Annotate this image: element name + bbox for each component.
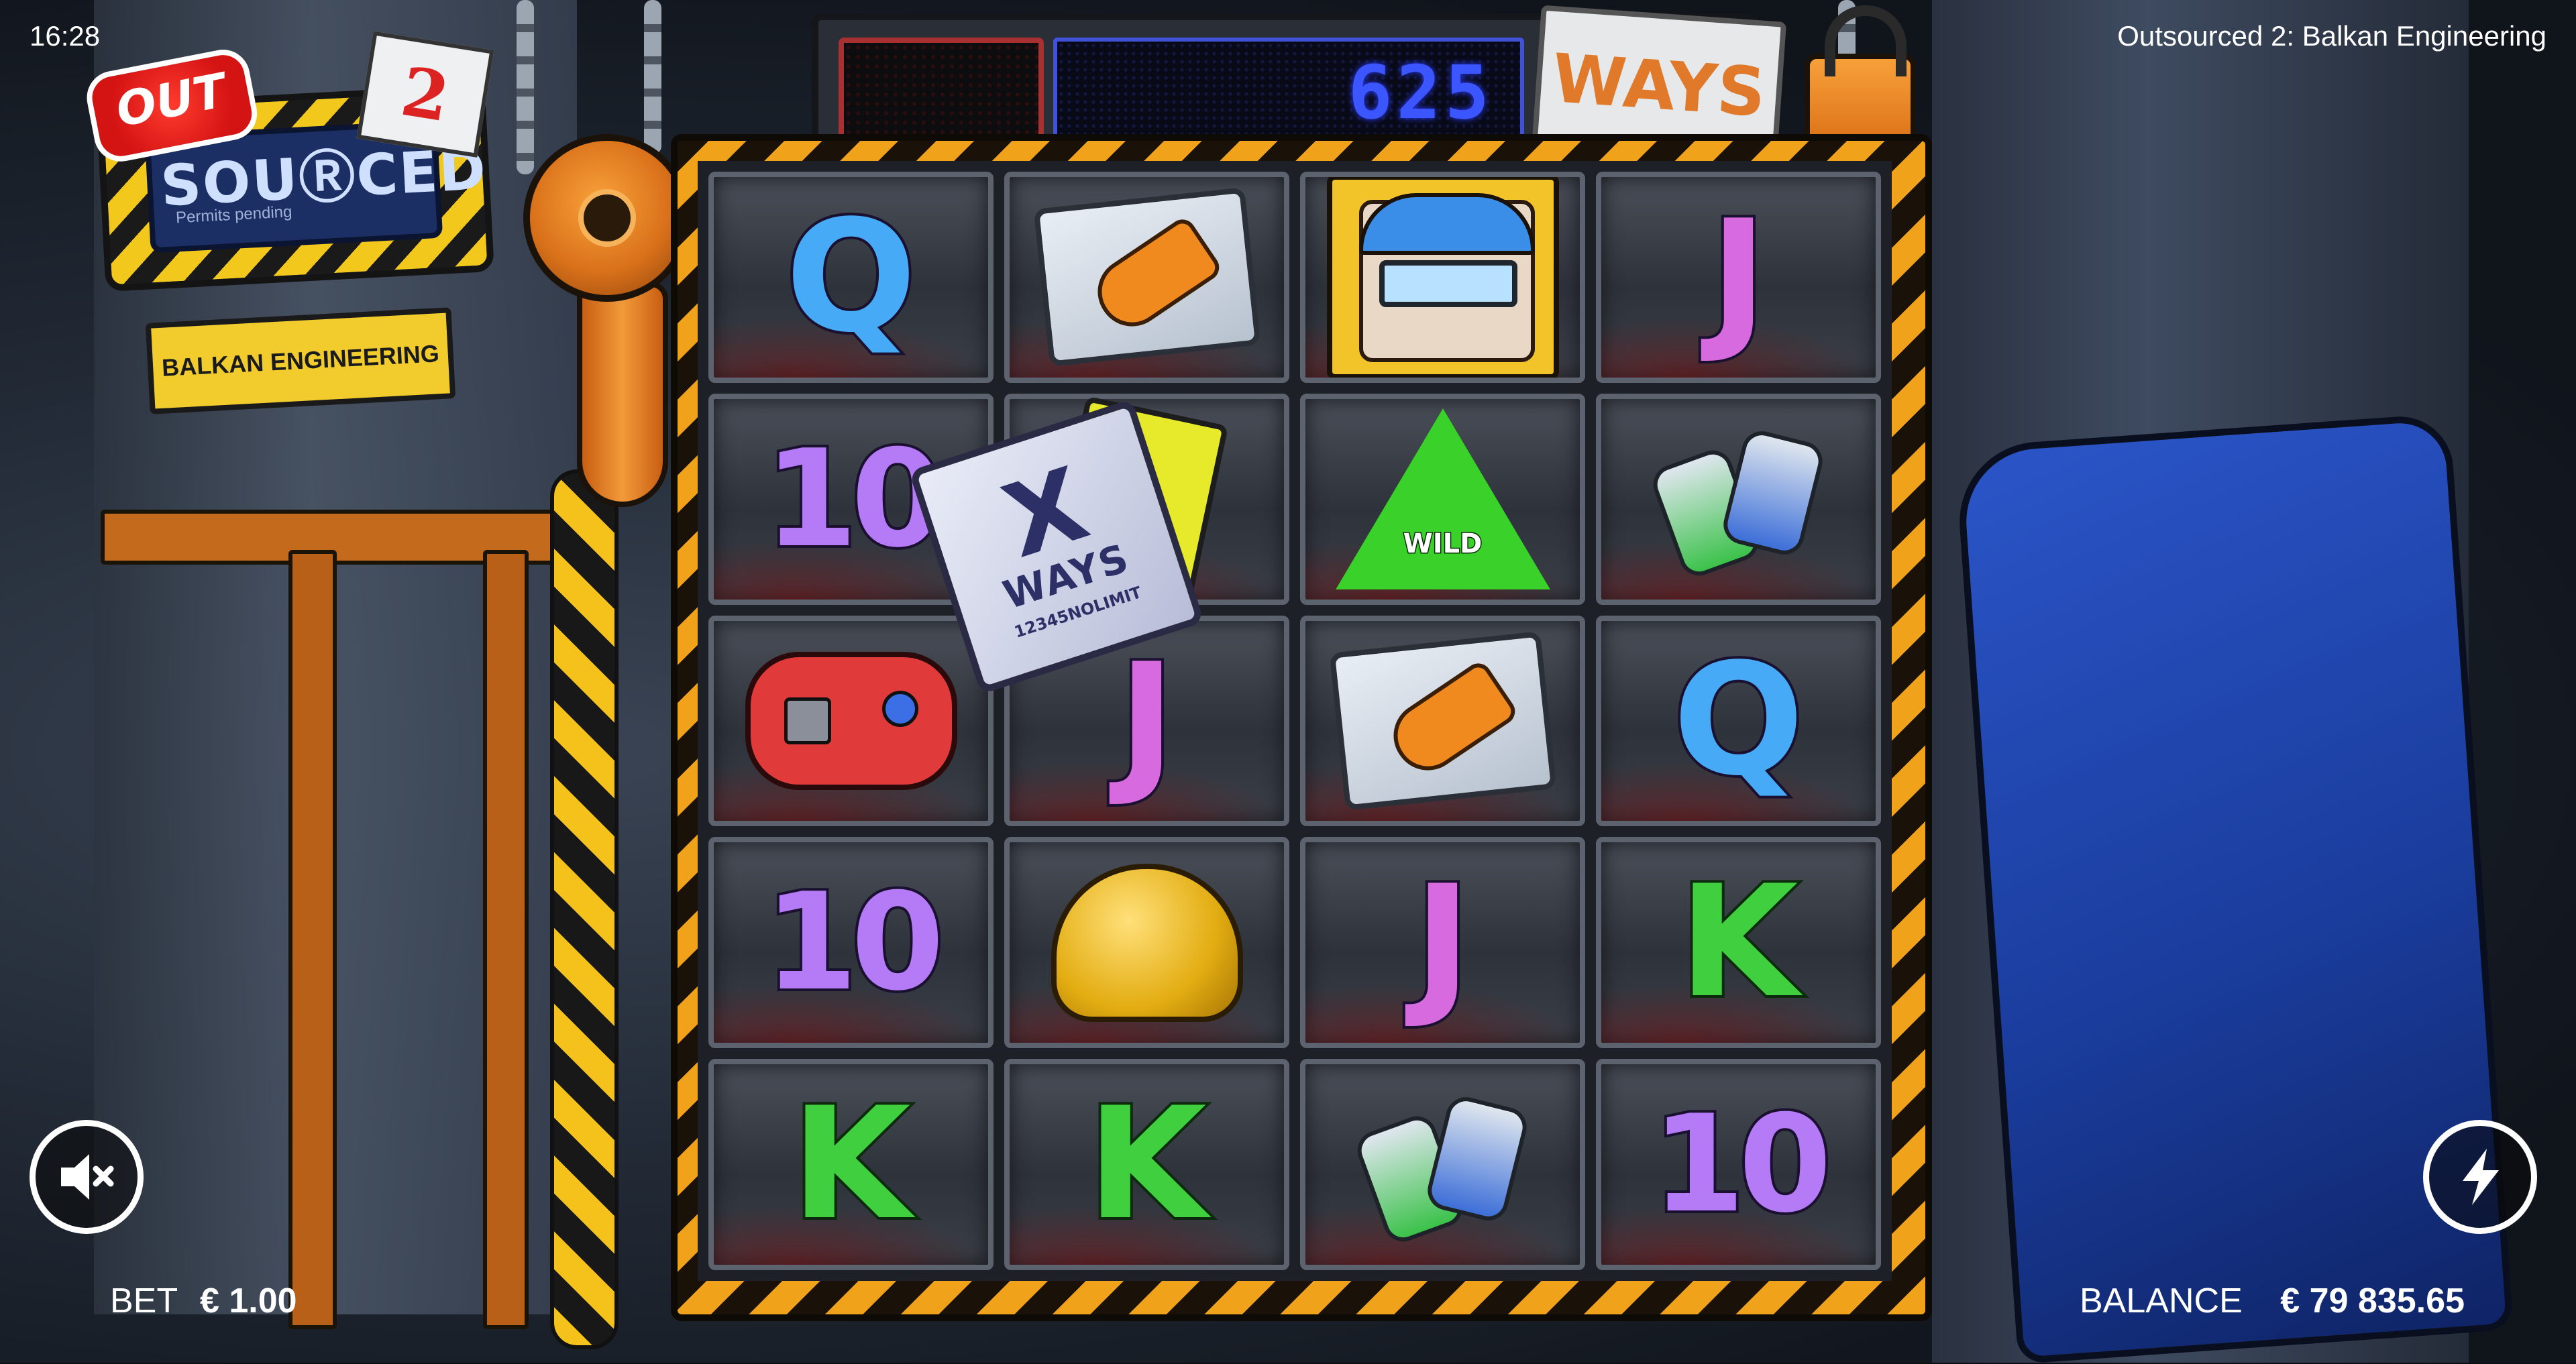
scaffold-post — [483, 550, 529, 1329]
lightning-icon — [2463, 1149, 2499, 1205]
symbol-crushed-cans — [1647, 422, 1827, 581]
wild-label: WILD — [1402, 527, 1483, 560]
symbol-hard-hat — [1051, 863, 1243, 1022]
chain-decoration — [644, 0, 661, 154]
reel-cell — [1004, 837, 1289, 1049]
blue-bin-illustration — [1954, 412, 2514, 1364]
symbol-10: 10 — [761, 862, 947, 1023]
bet-label: BET — [110, 1282, 178, 1320]
reel-cell: K — [1004, 1059, 1289, 1270]
meter-red-panel — [839, 38, 1044, 142]
symbol-k: K — [788, 1072, 913, 1257]
symbol-10: 10 — [761, 418, 947, 580]
clock: 16:28 — [30, 20, 101, 52]
reel-cell: Q — [1596, 615, 1881, 827]
reel-cell: J — [1300, 837, 1585, 1049]
hand-icon — [1084, 215, 1224, 340]
foreman-glasses — [1379, 260, 1517, 308]
reel-cell — [708, 615, 994, 827]
symbol-foreman-portrait — [1326, 176, 1559, 378]
reel-cell: J — [1596, 172, 1881, 383]
can-icon — [1719, 427, 1827, 559]
crane-pulley — [523, 134, 691, 302]
symbol-hand-in-bag — [1329, 631, 1556, 811]
reel-cell: 10 — [708, 837, 994, 1049]
logo-number-badge: 2 — [356, 31, 494, 158]
sound-toggle-button[interactable] — [30, 1120, 144, 1234]
reel-cell — [1596, 393, 1881, 605]
reel-cell — [1004, 172, 1289, 383]
symbol-j: J — [1116, 628, 1179, 813]
symbol-k: K — [1676, 850, 1801, 1035]
chain-decoration — [517, 0, 534, 174]
reel-cell: WILD — [1300, 393, 1585, 605]
meter-led-panel: 625 — [1053, 38, 1524, 139]
reel-cell: K — [708, 1059, 994, 1270]
symbol-hand-in-bag — [1033, 187, 1260, 367]
balance-value: € 79 835.65 — [2280, 1282, 2465, 1320]
hand-icon — [1380, 658, 1520, 783]
gamepad-btn — [881, 690, 918, 727]
hazard-strip — [550, 469, 619, 1349]
symbol-j: J — [1411, 850, 1474, 1035]
reel-cell: Q — [708, 172, 994, 383]
pulley-hub — [578, 189, 636, 247]
ways-count: 625 — [1348, 50, 1493, 135]
symbol-crushed-cans — [1351, 1088, 1531, 1247]
symbol-j: J — [1707, 185, 1770, 370]
symbol-q: Q — [1670, 628, 1807, 813]
game-title: Outsourced 2: Balkan Engineering — [2117, 20, 2546, 52]
bet-value[interactable]: € 1.00 — [200, 1281, 297, 1321]
symbol-wild-sign — [1335, 408, 1550, 590]
symbol-10: 10 — [1649, 1084, 1834, 1245]
speaker-muted-icon — [61, 1154, 114, 1200]
symbol-gamepad — [745, 651, 957, 790]
reel-grid: Q J 10 WILD J Q 10 J K K K 10 — [698, 161, 1892, 1281]
can-icon — [1423, 1092, 1531, 1225]
reel-cell — [1300, 1059, 1585, 1270]
reel-cell: 10 — [1596, 1059, 1881, 1270]
reel-cell: K — [1596, 837, 1881, 1049]
balkan-engineering-sign: BALKAN ENGINEERING — [145, 307, 456, 414]
game-logo: SOUⓇCED Permits pending OUT 2 — [82, 31, 494, 292]
scaffold-post — [288, 550, 337, 1329]
symbol-q: Q — [783, 185, 920, 370]
crane-hook — [577, 282, 668, 507]
gamepad-pad — [784, 697, 831, 744]
balance-label: BALANCE — [2080, 1282, 2243, 1320]
reel-cell — [1300, 172, 1585, 383]
symbol-k: K — [1084, 1072, 1209, 1257]
turbo-spin-button[interactable] — [2423, 1120, 2537, 1234]
reel-cell — [1300, 615, 1585, 827]
foreman-helmet — [1358, 193, 1535, 255]
